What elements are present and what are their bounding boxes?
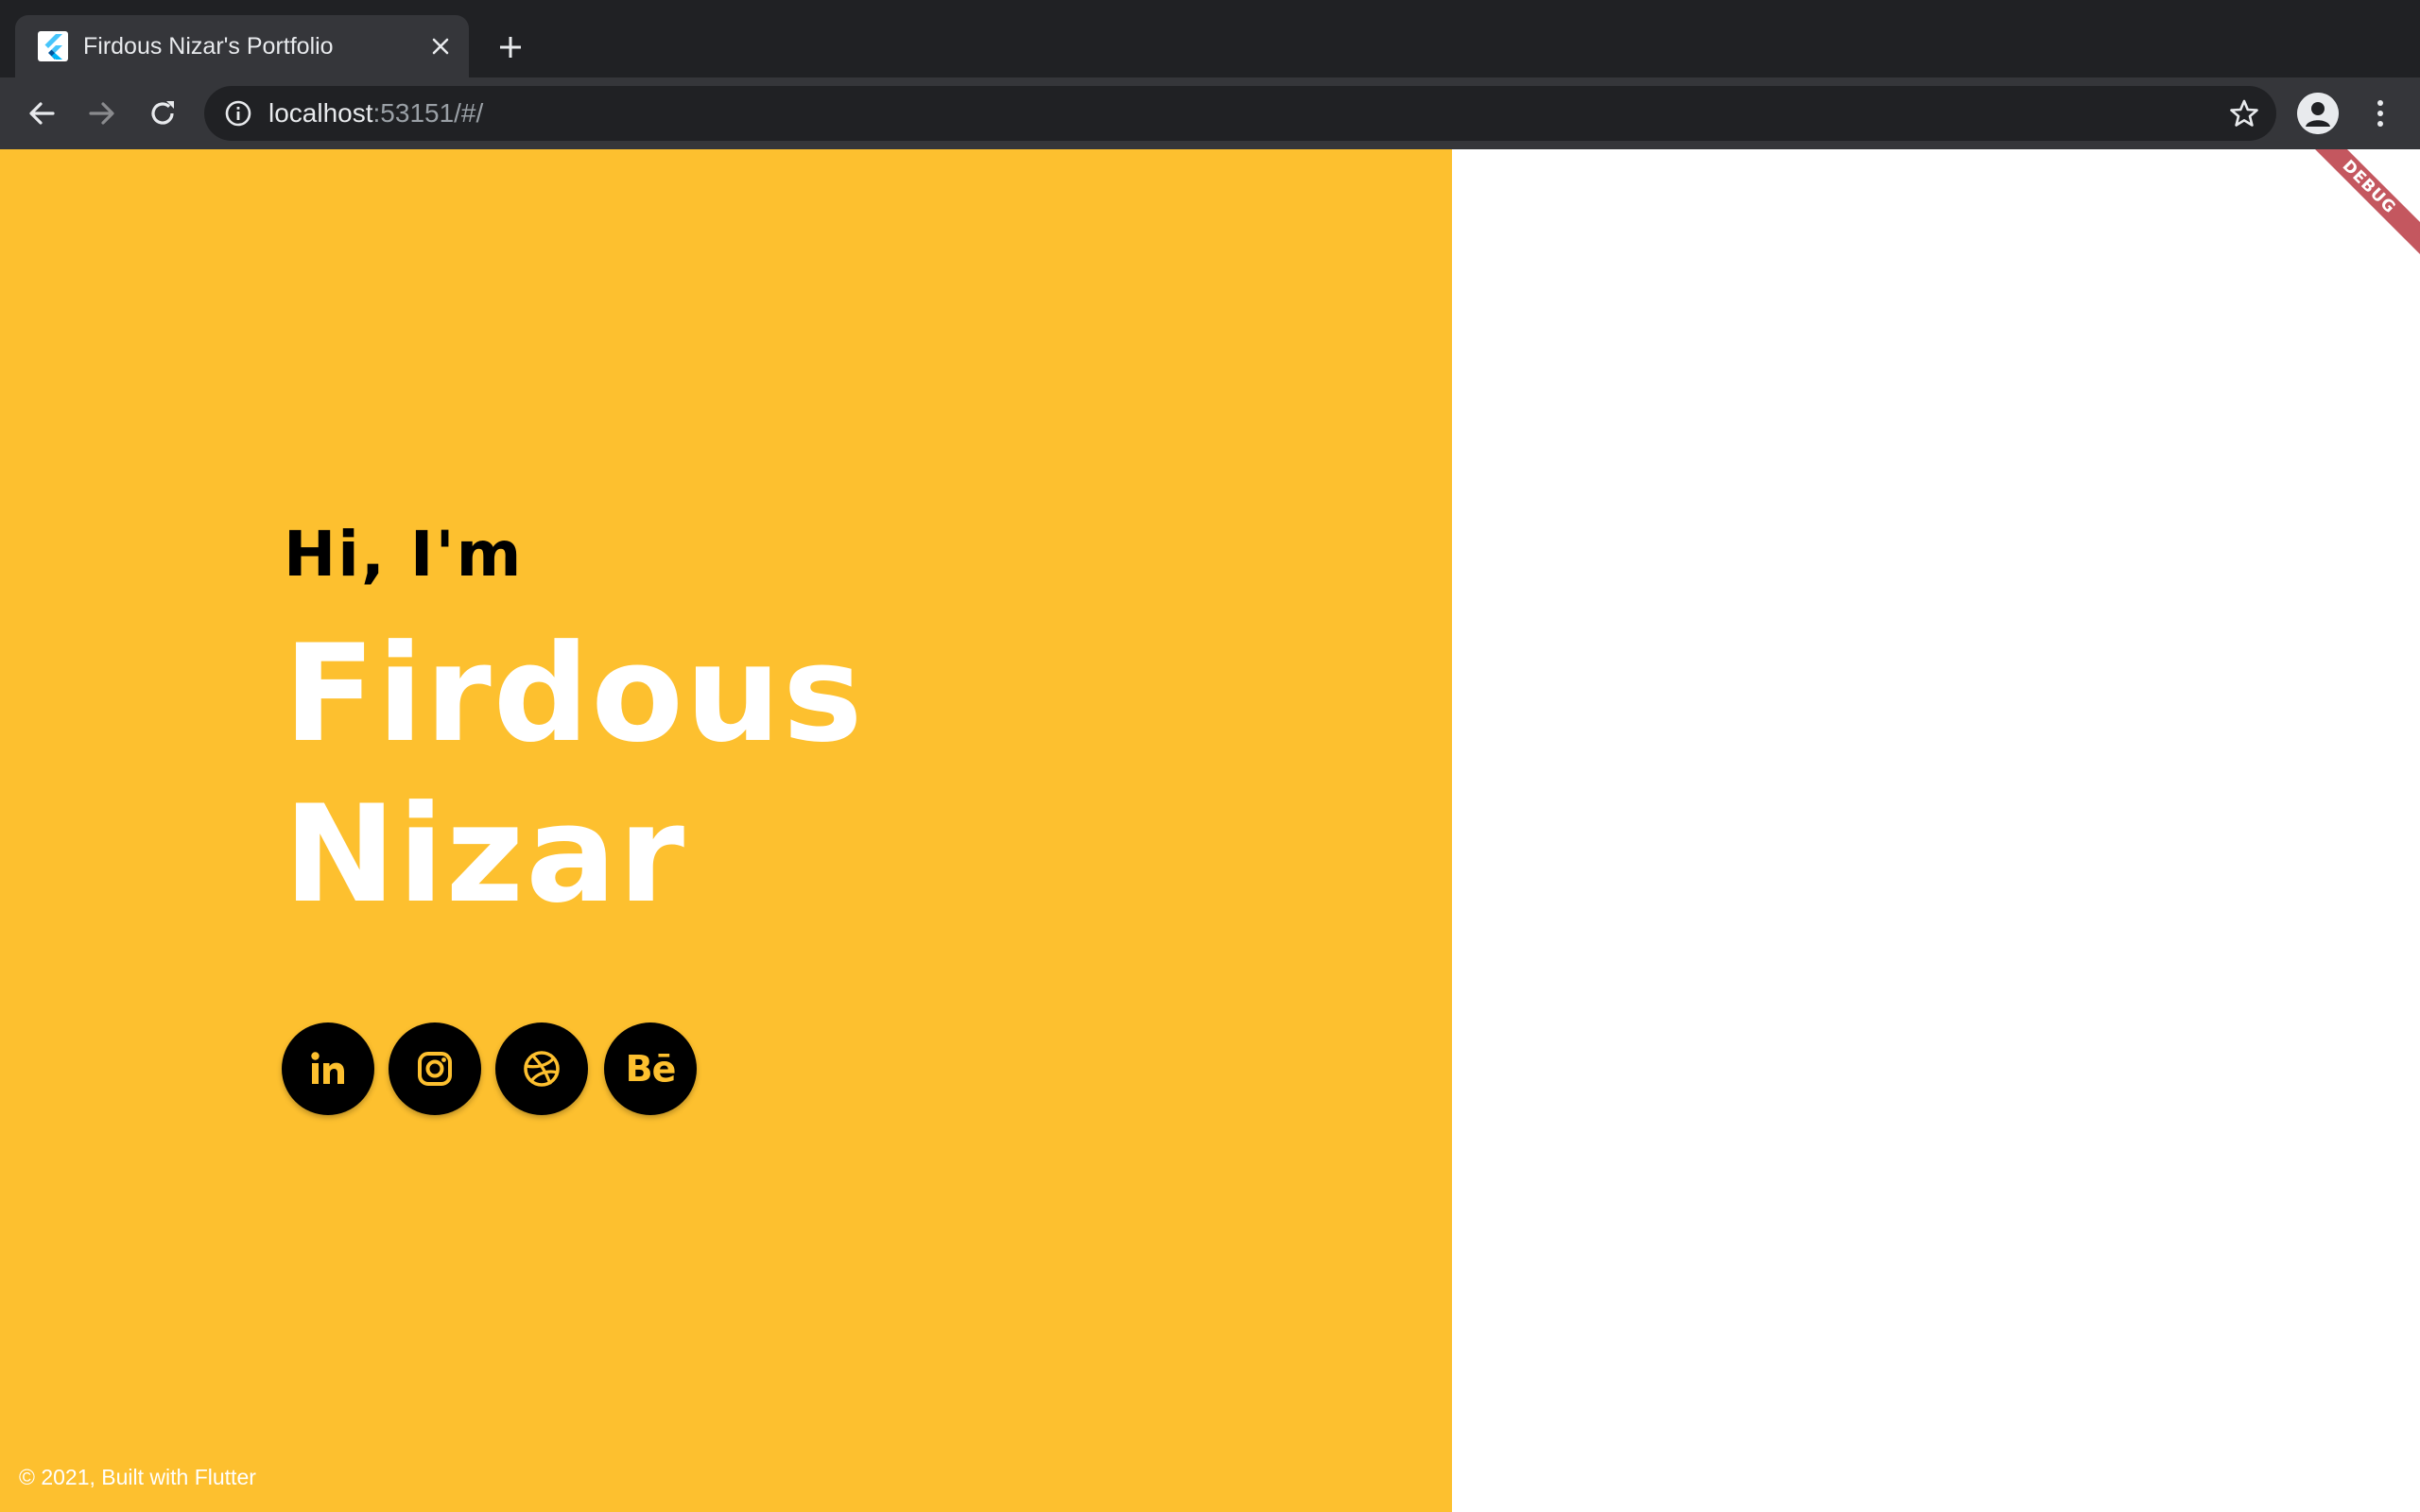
profile-button[interactable] (2297, 93, 2339, 134)
debug-ribbon-label: DEBUG (2293, 149, 2420, 263)
hero-name-first: Firdous (284, 616, 865, 772)
page-viewport: Hi, I'm Firdous Nizar Bē © 2021, Built w… (0, 149, 2420, 1512)
dribbble-button[interactable] (495, 1022, 588, 1115)
person-icon (2297, 93, 2339, 134)
hero-panel: Hi, I'm Firdous Nizar Bē © 2021, Built w… (0, 149, 1452, 1512)
browser-menu-button[interactable] (2358, 91, 2403, 136)
star-icon (2230, 99, 2258, 127)
address-path: :53151/#/ (372, 98, 484, 128)
behance-button[interactable]: Bē (604, 1022, 697, 1115)
linkedin-button[interactable] (282, 1022, 374, 1115)
dribbble-icon (524, 1051, 560, 1087)
linkedin-icon (311, 1052, 344, 1084)
bookmark-button[interactable] (2227, 96, 2261, 130)
plus-icon (500, 37, 521, 58)
browser-toolbar: localhost:53151/#/ (0, 77, 2420, 149)
kebab-menu-icon (2377, 100, 2383, 127)
debug-banner: DEBUG (2288, 149, 2420, 282)
address-bar[interactable]: localhost:53151/#/ (204, 86, 2276, 141)
close-icon (432, 38, 449, 55)
new-tab-button[interactable] (492, 30, 529, 64)
tab-strip: Firdous Nizar's Portfolio (0, 0, 2420, 77)
forward-button[interactable] (79, 91, 125, 136)
hero-greeting: Hi, I'm (284, 518, 524, 591)
footer-text: © 2021, Built with Flutter (19, 1465, 256, 1489)
browser-tab[interactable]: Firdous Nizar's Portfolio (15, 15, 469, 77)
reload-button[interactable] (140, 91, 185, 136)
flutter-logo-icon (38, 31, 68, 61)
instagram-icon (418, 1052, 452, 1086)
arrow-left-icon (29, 102, 55, 125)
instagram-button[interactable] (389, 1022, 481, 1115)
address-host: localhost (268, 98, 373, 128)
address-url[interactable]: localhost:53151/#/ (268, 86, 483, 141)
info-icon[interactable] (223, 98, 253, 129)
back-button[interactable] (19, 91, 64, 136)
reload-icon (151, 101, 174, 125)
behance-icon: Bē (625, 1048, 677, 1090)
close-tab-button[interactable] (425, 31, 456, 61)
tab-title: Firdous Nizar's Portfolio (83, 33, 334, 60)
content-panel (1452, 149, 2420, 1512)
arrow-right-icon (89, 102, 114, 125)
hero-name-last: Nizar (284, 777, 687, 933)
